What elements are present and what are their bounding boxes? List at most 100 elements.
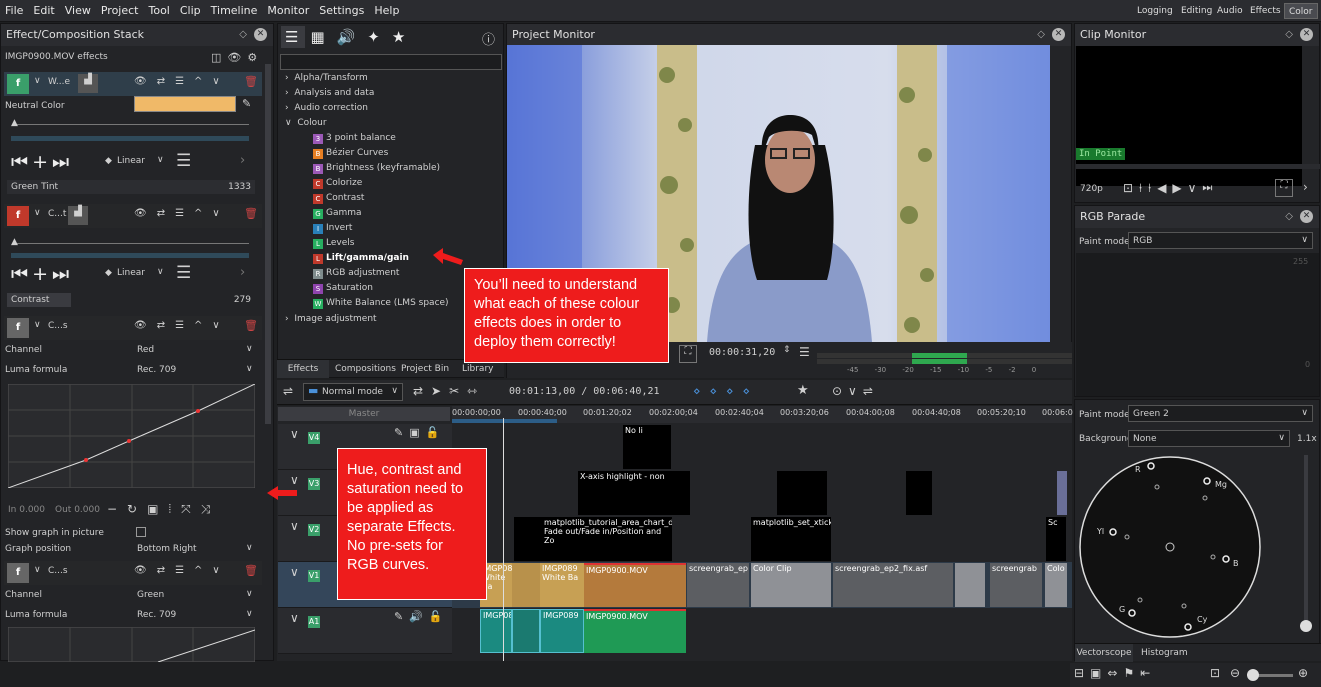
effect1-actions[interactable]: 👁⇄☰^∨ [134,76,230,87]
tab-project-bin[interactable]: Project Bin [401,364,449,374]
chart-icon[interactable]: ▟ [68,206,88,225]
menu-icon[interactable]: ☰ [176,151,191,171]
fullscreen-icon[interactable]: ⛶ [679,345,697,363]
chevron-down-icon[interactable]: ∨ [34,565,41,575]
menu-icon[interactable]: ☰ [799,345,810,359]
menu-tool[interactable]: Tool [143,0,174,22]
timeline-ruler[interactable]: 00:00:00;00 00:00:40;00 00:01:20;02 00:0… [452,406,1073,423]
tree-audio-correction[interactable]: › Audio correction [285,103,368,113]
green-curve-graph[interactable] [8,627,255,662]
chevron-down-icon[interactable]: ∨ [290,519,299,533]
clip-ruler[interactable] [1076,164,1320,169]
channel-select[interactable]: Red [137,345,154,355]
kf-nav-buttons[interactable]: ⏮+⏭ [11,263,73,285]
clip-a1b[interactable]: IMGP089 [540,609,584,653]
tree-alpha-transform[interactable]: › Alpha/Transform [285,73,368,83]
tab-effects[interactable]: Effects [277,360,329,378]
eyedropper-icon[interactable]: ✎ [242,97,251,110]
graph-position-select[interactable]: Bottom Right [137,544,197,554]
clip-v1d[interactable]: screengrab_ep [687,563,749,607]
clip-v1f[interactable]: screengrab_ep2_fix.asf [833,563,953,607]
menu-view[interactable]: View [60,0,96,22]
colour-effect-item[interactable]: W White Balance (LMS space) [313,298,449,309]
menu-project[interactable]: Project [96,0,144,22]
playhead[interactable] [503,418,504,661]
trash-icon[interactable]: 🗑 [244,75,258,88]
clip-transport-buttons[interactable]: ⊡⍿⍿◀▶∨⏭ [1123,181,1218,196]
clip-v1e[interactable]: Color Clip [751,563,831,607]
luma-formula-select[interactable]: Rec. 709 [137,610,176,620]
chevron-down-icon[interactable]: ∨ [34,320,41,330]
background-select[interactable]: None ∨ [1128,430,1290,447]
effect2-header[interactable]: f ∨ C...t ▟ 👁⇄☰^∨ 🗑 [4,204,262,228]
edit-mode-select[interactable]: ▬ Normal mode ∨ [303,383,403,401]
workspace-color[interactable]: Color [1284,3,1318,19]
timeline-actions[interactable]: ⋄⋄⋄⋄ [693,384,759,398]
clip-a1-mid[interactable] [512,609,540,653]
clip-v3c[interactable] [906,471,932,515]
timeline-position[interactable]: 00:01:13,00 / 00:06:40,21 [509,386,660,397]
workspace-logging[interactable]: Logging [1133,3,1177,19]
keyframe-marker[interactable]: ▲ [11,237,18,247]
tab-histogram[interactable]: Histogram [1141,648,1188,658]
workspace-effects[interactable]: Effects [1246,3,1285,19]
track-header-a1[interactable]: ∨ A1 ✎🔊🔓 [278,608,452,654]
clip-v3d[interactable] [1057,471,1067,515]
zoom-slider[interactable] [1304,455,1308,630]
menu-edit[interactable]: Edit [28,0,59,22]
chevron-down-icon[interactable]: ∨ [34,76,41,86]
clip-v4[interactable]: No li [623,425,671,469]
tree-colour[interactable]: ∨ Colour [285,118,327,128]
kf-mode-select[interactable]: Linear [117,156,145,166]
clip-v1b[interactable]: IMGP089 White Ba [540,563,584,607]
clip-a1a[interactable]: IMGP08 [480,609,512,653]
timeline-extra[interactable]: ⊙∨⇌ [832,384,879,398]
green-tint-slider[interactable]: Green Tint 1333 [7,180,255,194]
chevron-right-icon[interactable]: › [240,265,245,280]
contrast-slider[interactable]: Contrast 279 [7,293,255,307]
colour-effect-item[interactable]: C Colorize [313,178,362,189]
menu-help[interactable]: Help [369,0,404,22]
vs-paint-mode-select[interactable]: Green 2 ∨ [1128,405,1313,422]
colour-effect-item[interactable]: B Bézier Curves [313,148,388,159]
fit-zoom-icon[interactable]: ⊡ [1210,666,1220,680]
kf-nav-buttons[interactable]: ⏮+⏭ [11,151,73,173]
chevron-down-icon[interactable]: ∨ [157,155,164,165]
bottom-tools[interactable]: ⊟▣⇔⚑⇤ [1074,666,1156,680]
stack-toolbar-icons[interactable]: ◫👁⚙ [211,51,263,64]
clip-v2b[interactable]: matplotlib_set_xtick [751,517,831,561]
effect1-header[interactable]: f ∨ W...e ▟ 👁⇄☰^∨ 🗑 [4,72,262,96]
luma-formula-select[interactable]: Rec. 709 [137,365,176,375]
trash-icon[interactable]: 🗑 [244,564,258,577]
channel-select[interactable]: Green [137,590,164,600]
clip-v1g[interactable]: screengrab [990,563,1042,607]
close-icon[interactable]: ✕ [1300,210,1313,223]
chevron-down-icon[interactable]: ∨ [290,565,299,579]
colour-effect-item[interactable]: L Lift/gamma/gain [313,253,409,264]
colour-effect-item[interactable]: C Contrast [313,193,364,204]
menu-settings[interactable]: Settings [314,0,369,22]
kf-mode-select[interactable]: Linear [117,268,145,278]
in-value[interactable]: 0.000 [19,505,45,515]
effect2-actions[interactable]: 👁⇄☰^∨ [134,208,230,219]
effect3-actions[interactable]: 👁⇄☰^∨ [134,320,230,331]
chevron-down-icon[interactable]: ∨ [246,609,253,619]
menu-file[interactable]: File [0,0,28,22]
trash-icon[interactable]: 🗑 [244,319,258,332]
paint-mode-select[interactable]: RGB ∨ [1128,232,1313,249]
close-icon[interactable]: ✕ [1300,28,1313,41]
effect-category-icons[interactable]: ☰▦🔊✦★ [285,28,417,46]
effect4-actions[interactable]: 👁⇄☰^∨ [134,565,230,576]
tab-compositions[interactable]: Compositions [335,364,396,374]
clip-v3[interactable]: X-axis highlight - non [578,471,690,515]
out-field[interactable]: Out 0.000 [55,505,100,515]
chevron-down-icon[interactable]: ∨ [157,267,164,277]
in-field[interactable]: In 0.000 [8,505,45,515]
colour-effect-item[interactable]: 33 point balance [313,133,396,144]
curve-tool-icons[interactable]: −↻▣⦙⤧⤨ [107,502,220,517]
chevron-down-icon[interactable]: ∨ [246,344,253,354]
chevron-down-icon[interactable]: ∨ [290,611,299,625]
trash-icon[interactable]: 🗑 [244,207,258,220]
out-value[interactable]: 0.000 [74,505,100,515]
clip-v1c[interactable]: IMGP0900.MOV [584,563,686,607]
